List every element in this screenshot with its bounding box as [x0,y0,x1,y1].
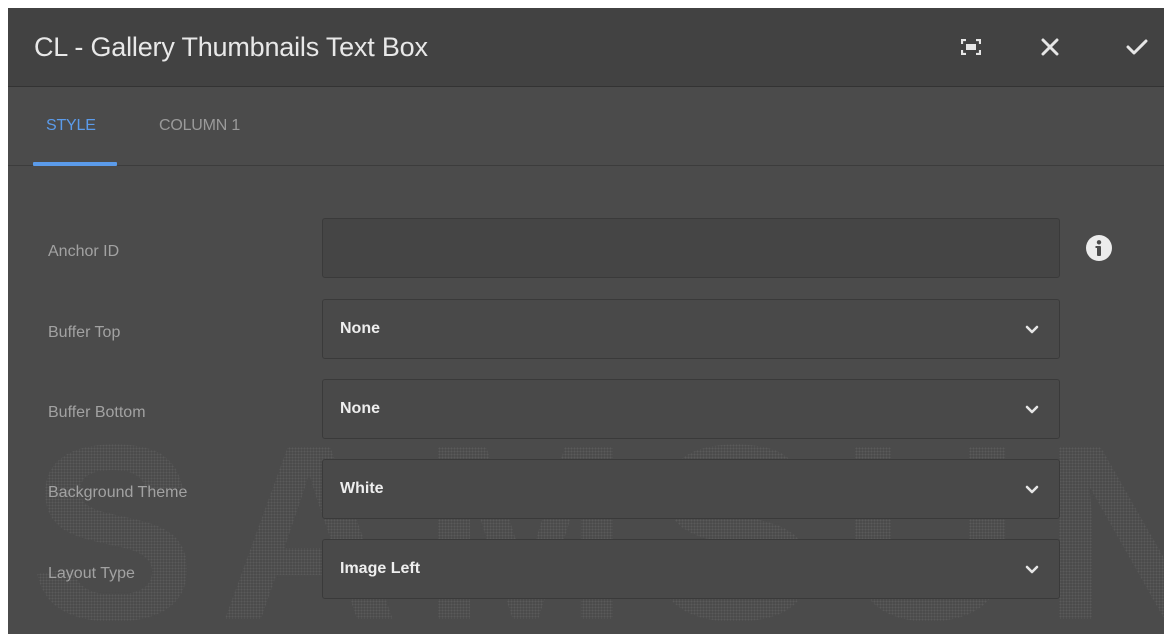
background-theme-value: White [340,480,384,497]
chevron-down-icon [1025,482,1039,500]
anchor-id-field [322,218,1060,278]
chevron-down-icon [1025,322,1039,340]
dialog-title: CL - Gallery Thumbnails Text Box [34,32,428,62]
close-button[interactable] [1033,30,1067,64]
tab-bar: STYLE COLUMN 1 [8,87,1164,166]
done-button[interactable] [1120,30,1154,64]
layout-type-value: Image Left [340,560,421,577]
check-icon [1126,38,1148,56]
active-tab-indicator [33,162,117,166]
info-icon[interactable] [1086,235,1112,261]
buffer-top-label: Buffer Top [48,324,121,341]
layout-type-select[interactable]: Image Left [322,539,1060,599]
chevron-down-icon [1025,562,1039,580]
watermark: SAMSUNG [30,408,1164,635]
background-theme-label: Background Theme [48,484,188,501]
anchor-id-label: Anchor ID [48,243,120,260]
tab-column-1[interactable]: COLUMN 1 [159,117,240,135]
background-theme-select[interactable]: White [322,459,1060,519]
buffer-top-select[interactable]: None [322,299,1060,359]
chevron-down-icon [1025,402,1039,420]
dialog-titlebar: CL - Gallery Thumbnails Text Box [8,8,1164,87]
fullscreen-button[interactable] [954,30,988,64]
buffer-bottom-label: Buffer Bottom [48,404,146,421]
dialog: SAMSUNG CL - Gallery Thumbnails Text Box [8,8,1164,634]
layout-type-label: Layout Type [48,565,135,582]
buffer-top-value: None [340,320,380,337]
buffer-bottom-select[interactable]: None [322,379,1060,439]
tab-style[interactable]: STYLE [46,117,96,135]
fullscreen-icon [961,39,981,55]
anchor-id-input[interactable] [323,219,1059,277]
close-icon [1041,38,1059,56]
buffer-bottom-value: None [340,400,380,417]
